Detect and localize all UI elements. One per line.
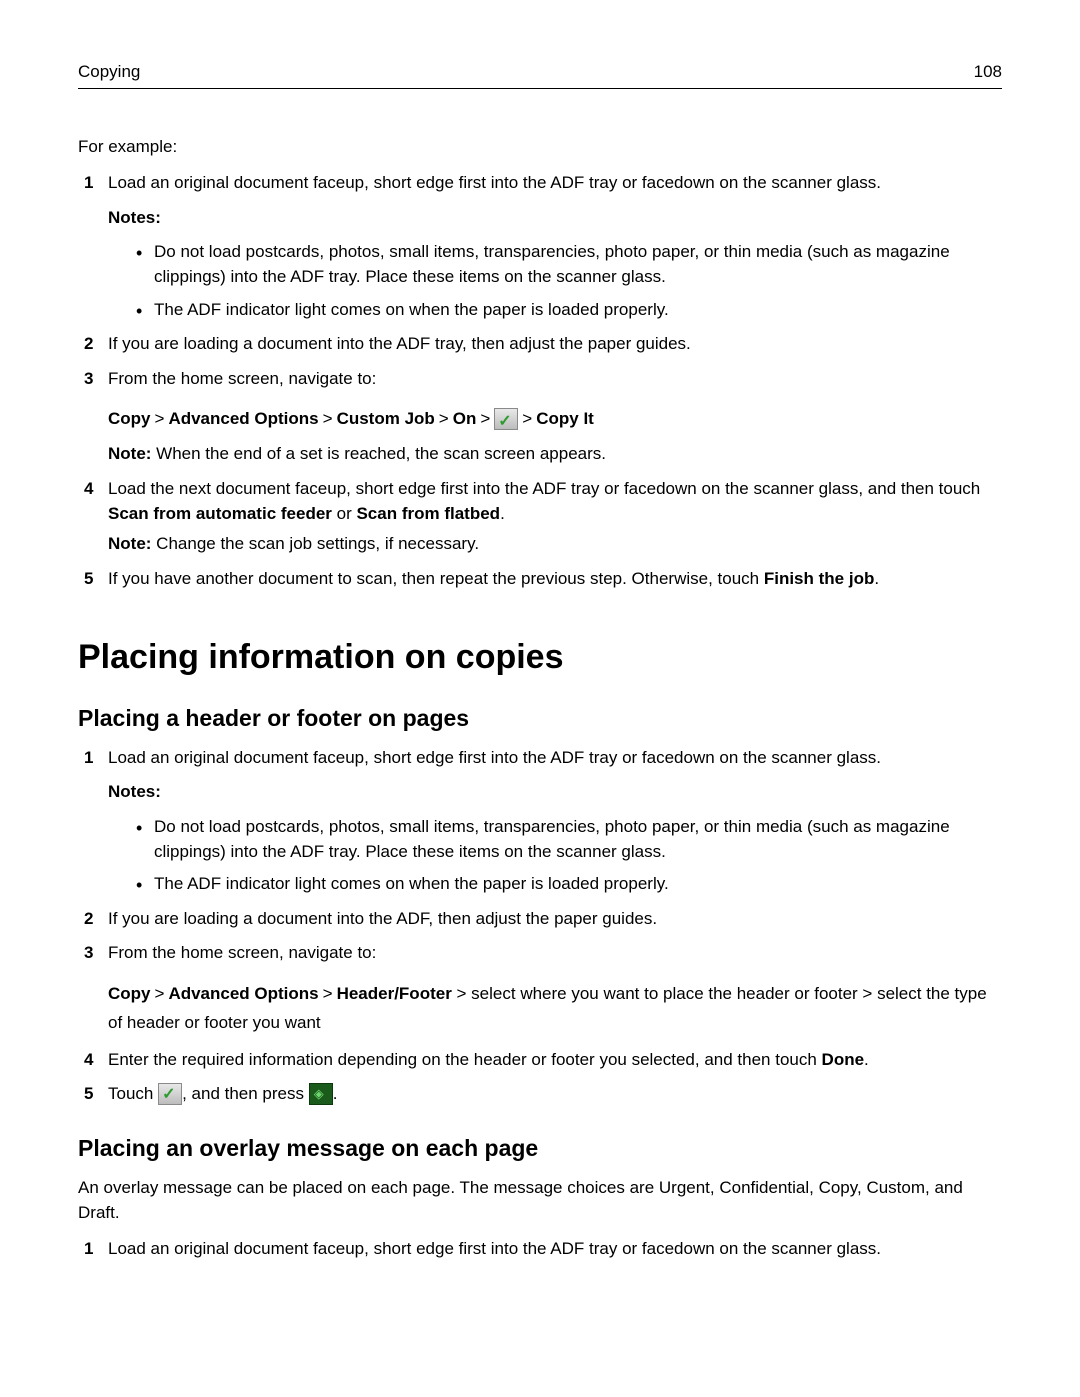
list-item: Load an original document faceup, short … — [78, 171, 1002, 322]
page-container: Copying 108 For example: Load an origina… — [0, 0, 1080, 1332]
nav-sep: > — [480, 409, 490, 428]
list-item: Load an original document faceup, short … — [78, 746, 1002, 897]
procedure-list-a: Load an original document faceup, short … — [78, 171, 1002, 592]
step-text: From the home screen, navigate to: — [108, 943, 376, 962]
list-item: If you are loading a document into the A… — [78, 907, 1002, 932]
paragraph: An overlay message can be placed on each… — [78, 1176, 1002, 1225]
check-icon — [158, 1083, 182, 1105]
step-text: Load the next document faceup, short edg… — [108, 479, 980, 498]
procedure-list-c: Load an original document faceup, short … — [78, 1237, 1002, 1262]
note-label: Note: — [108, 444, 151, 463]
bold-text: Scan from flatbed — [356, 504, 500, 523]
bullet-item: Do not load postcards, photos, small ite… — [136, 240, 1002, 289]
nav-sep: > — [323, 984, 333, 1003]
step-text: Touch — [108, 1084, 158, 1103]
bullet-item: Do not load postcards, photos, small ite… — [136, 815, 1002, 864]
note-label: Note: — [108, 534, 151, 553]
nav-copy-it: Copy It — [536, 409, 594, 428]
notes-bullets: Do not load postcards, photos, small ite… — [136, 240, 1002, 322]
list-item: Enter the required information depending… — [78, 1048, 1002, 1073]
nav-sep: > — [155, 984, 165, 1003]
step-text: . — [500, 504, 505, 523]
list-item: From the home screen, navigate to: Copy>… — [78, 941, 1002, 1037]
notes-bullets: Do not load postcards, photos, small ite… — [136, 815, 1002, 897]
note-text: Change the scan job settings, if necessa… — [151, 534, 479, 553]
step-text: Load an original document faceup, short … — [108, 173, 881, 192]
nav-sep: > — [155, 409, 165, 428]
step-text: From the home screen, navigate to: — [108, 369, 376, 388]
heading-2: Placing an overlay message on each page — [78, 1135, 1002, 1162]
heading-2: Placing a header or footer on pages — [78, 705, 1002, 732]
nav-sep: > — [522, 409, 532, 428]
bullet-item: The ADF indicator light comes on when th… — [136, 872, 1002, 897]
section-title: Copying — [78, 62, 140, 82]
page-number: 108 — [974, 62, 1002, 82]
bold-text: Finish the job — [764, 569, 875, 588]
nav-copy: Copy — [108, 984, 151, 1003]
bold-text: Done — [822, 1050, 865, 1069]
step-text: . — [864, 1050, 869, 1069]
list-item: If you are loading a document into the A… — [78, 332, 1002, 357]
page-header: Copying 108 — [78, 62, 1002, 89]
list-item: Load an original document faceup, short … — [78, 1237, 1002, 1262]
notes-label: Notes: — [108, 780, 1002, 805]
step-text: or — [332, 504, 357, 523]
step-text: If you are loading a document into the A… — [108, 909, 657, 928]
sub-note: Note: When the end of a set is reached, … — [108, 442, 1002, 467]
list-item: Load the next document faceup, short edg… — [78, 477, 1002, 557]
bold-text: Scan from automatic feeder — [108, 504, 332, 523]
nav-on: On — [453, 409, 477, 428]
procedure-list-b: Load an original document faceup, short … — [78, 746, 1002, 1108]
check-icon — [494, 408, 518, 430]
step-text: If you are loading a document into the A… — [108, 334, 691, 353]
heading-1: Placing information on copies — [78, 638, 1002, 677]
step-text: Load an original document faceup, short … — [108, 1239, 881, 1258]
nav-path: Copy>Advanced Options>Custom Job>On>>Cop… — [108, 405, 1002, 434]
nav-header-footer: Header/Footer — [337, 984, 452, 1003]
nav-copy: Copy — [108, 409, 151, 428]
note-text: When the end of a set is reached, the sc… — [151, 444, 606, 463]
step-text: Enter the required information depending… — [108, 1050, 822, 1069]
step-text: . — [874, 569, 879, 588]
step-text: . — [333, 1084, 338, 1103]
sub-note: Note: Change the scan job settings, if n… — [108, 532, 1002, 557]
step-text: Load an original document faceup, short … — [108, 748, 881, 767]
step-text: If you have another document to scan, th… — [108, 569, 764, 588]
nav-path: Copy>Advanced Options>Header/Footer > se… — [108, 980, 1002, 1038]
notes-label: Notes: — [108, 206, 1002, 231]
nav-sep: > — [439, 409, 449, 428]
list-item: From the home screen, navigate to: Copy>… — [78, 367, 1002, 467]
list-item: Touch , and then press . — [78, 1082, 1002, 1107]
intro-text: For example: — [78, 137, 1002, 157]
start-icon — [309, 1083, 333, 1105]
step-text: , and then press — [182, 1084, 309, 1103]
nav-sep: > — [323, 409, 333, 428]
nav-advanced-options: Advanced Options — [168, 409, 318, 428]
list-item: If you have another document to scan, th… — [78, 567, 1002, 592]
nav-custom-job: Custom Job — [337, 409, 435, 428]
bullet-item: The ADF indicator light comes on when th… — [136, 298, 1002, 323]
nav-advanced-options: Advanced Options — [168, 984, 318, 1003]
